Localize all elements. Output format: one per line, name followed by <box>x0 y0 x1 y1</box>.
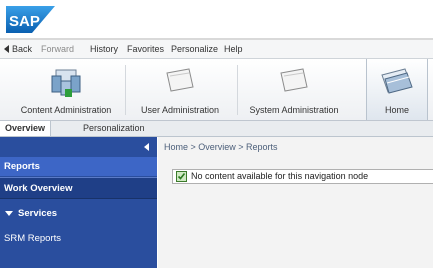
help-menu[interactable]: Help <box>224 44 243 54</box>
content-area: Home > Overview > Reports No content ava… <box>158 137 433 268</box>
tab-overview[interactable]: Overview <box>0 121 52 136</box>
success-check-icon <box>176 171 187 182</box>
detailed-navigation: Reports Work Overview Services SRM Repor… <box>0 137 157 268</box>
forward-link[interactable]: Forward <box>41 44 74 54</box>
home-folder-icon <box>379 67 415 97</box>
nav-item-work-overview[interactable]: Work Overview <box>0 177 157 199</box>
nav-item-services[interactable]: Services <box>0 205 157 223</box>
nav-item-label: Services <box>18 208 58 219</box>
nav-content-administration[interactable]: Content Administration <box>14 59 118 120</box>
content-admin-icon <box>49 67 83 101</box>
nav-label: User Administration <box>140 105 220 115</box>
message-bar: No content available for this navigation… <box>172 169 433 184</box>
nav-system-administration[interactable]: System Administration <box>242 59 346 120</box>
personalize-menu[interactable]: Personalize <box>171 44 218 54</box>
nav-label: Home <box>384 105 409 115</box>
expand-triangle-icon <box>5 211 13 216</box>
favorites-menu[interactable]: Favorites <box>127 44 164 54</box>
breadcrumb[interactable]: Home > Overview > Reports <box>164 142 278 152</box>
svg-text:SAP: SAP <box>9 13 40 30</box>
nav-item-reports[interactable]: Reports <box>0 157 157 176</box>
nav-separator <box>237 65 238 115</box>
folder-icon <box>165 67 195 95</box>
back-link[interactable]: Back <box>12 44 32 54</box>
sap-logo: SAP <box>6 6 55 33</box>
second-level-tabs: Overview Personalization <box>0 121 433 137</box>
nav-label: Content Administration <box>20 105 112 115</box>
nav-user-administration[interactable]: User Administration <box>132 59 228 120</box>
nav-home[interactable]: Home <box>366 59 428 120</box>
top-level-navigation: Content Administration User Administrati… <box>0 59 433 121</box>
collapse-bar <box>0 137 157 157</box>
message-text: No content available for this navigation… <box>191 171 369 181</box>
collapse-arrow-icon[interactable] <box>144 143 149 151</box>
back-arrow-icon[interactable] <box>4 45 9 53</box>
nav-separator <box>125 65 126 115</box>
tab-personalization[interactable]: Personalization <box>78 121 150 136</box>
nav-item-srm-reports[interactable]: SRM Reports <box>0 231 157 247</box>
history-menu[interactable]: History <box>90 44 118 54</box>
nav-label: System Administration <box>249 105 339 115</box>
folder-icon <box>279 67 309 95</box>
header-banner: SAP <box>0 0 433 40</box>
menu-bar: Back Forward History Favorites Personali… <box>0 40 433 59</box>
